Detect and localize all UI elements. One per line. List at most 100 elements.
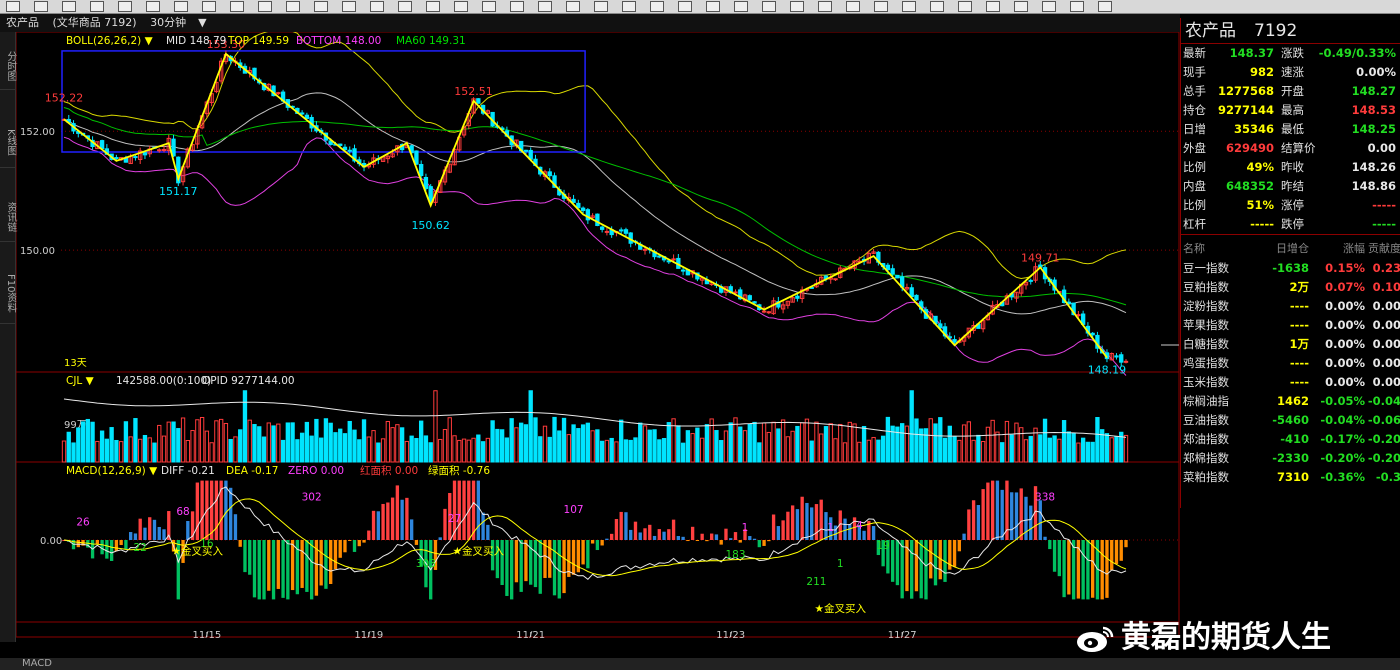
toolbar-button[interactable] bbox=[230, 1, 244, 12]
index-row[interactable]: 豆一指数 -1638 0.15% 0.23 bbox=[1181, 259, 1400, 278]
volume-bar bbox=[657, 439, 662, 463]
index-row[interactable]: 淀粉指数 ---- 0.00% 0.00 bbox=[1181, 297, 1400, 316]
macd-value-label: 27 bbox=[448, 513, 461, 525]
volume-bar bbox=[823, 426, 829, 463]
index-row[interactable]: 鸡蛋指数 ---- 0.00% 0.00 bbox=[1181, 354, 1400, 373]
toolbar-button[interactable] bbox=[6, 1, 20, 12]
toolbar-button[interactable] bbox=[314, 1, 328, 12]
toolbar-button[interactable] bbox=[594, 1, 608, 12]
quote-value: 148.26 bbox=[1351, 160, 1396, 174]
kline-chart[interactable]: 152.22153.30152.51149.71151.17150.62148.… bbox=[16, 32, 1180, 638]
period-selector[interactable]: 30分钟 ▼ bbox=[150, 16, 216, 29]
toolbar-button[interactable] bbox=[538, 1, 552, 12]
volume-bar bbox=[900, 423, 905, 463]
macd-bar bbox=[224, 480, 228, 540]
volume-bar bbox=[642, 425, 648, 463]
index-row[interactable]: 苹果指数 ---- 0.00% 0.00 bbox=[1181, 316, 1400, 335]
toolbar-button[interactable] bbox=[1042, 1, 1056, 12]
quote-row: 内盘 648352 昨结 148.86 bbox=[1181, 177, 1400, 196]
macd-bar bbox=[343, 540, 347, 553]
macd-bar bbox=[481, 512, 485, 540]
macd-bar bbox=[119, 540, 123, 546]
toolbar-button[interactable] bbox=[790, 1, 804, 12]
volume-bar bbox=[557, 430, 562, 463]
toolbar-button[interactable] bbox=[34, 1, 48, 12]
index-row[interactable]: 豆油指数 -5460 -0.04% -0.06 bbox=[1181, 411, 1400, 430]
toolbar-button[interactable] bbox=[762, 1, 776, 12]
toolbar-button[interactable] bbox=[986, 1, 1000, 12]
toolbar-button[interactable] bbox=[678, 1, 692, 12]
toolbar-button[interactable] bbox=[622, 1, 636, 12]
volume-bar bbox=[623, 439, 629, 463]
toolbar-button[interactable] bbox=[118, 1, 132, 12]
macd-bar bbox=[462, 480, 466, 540]
toolbar-button[interactable] bbox=[146, 1, 160, 12]
toolbar-button[interactable] bbox=[818, 1, 832, 12]
toolbar-button[interactable] bbox=[1098, 1, 1112, 12]
macd-value-label: 4 bbox=[856, 520, 863, 532]
toolbar-button[interactable] bbox=[846, 1, 860, 12]
toolbar-button[interactable] bbox=[874, 1, 888, 12]
toolbar-button[interactable] bbox=[426, 1, 440, 12]
volume-bar bbox=[228, 438, 233, 463]
index-row[interactable]: 豆粕指数 2万 0.07% 0.10 bbox=[1181, 278, 1400, 297]
volume-bar bbox=[728, 422, 733, 463]
toolbar-button[interactable] bbox=[62, 1, 76, 12]
toolbar-button[interactable] bbox=[370, 1, 384, 12]
macd-bar bbox=[690, 526, 695, 540]
macd-bar bbox=[590, 540, 595, 544]
toolbar-button[interactable] bbox=[734, 1, 748, 12]
index-row[interactable]: 菜粕指数 7310 -0.36% -0.3 bbox=[1181, 468, 1400, 487]
tab-news[interactable]: 资讯链 bbox=[0, 192, 16, 242]
index-row[interactable]: 郑油指数 -410 -0.17% -0.20 bbox=[1181, 430, 1400, 449]
toolbar-button[interactable] bbox=[202, 1, 216, 12]
macd-bar bbox=[476, 480, 480, 540]
toolbar-button[interactable] bbox=[706, 1, 720, 12]
toolbar-button[interactable] bbox=[258, 1, 272, 12]
index-row[interactable]: 棕榈油指 1462 -0.05% -0.04 bbox=[1181, 392, 1400, 411]
peak-label: 151.17 bbox=[159, 185, 198, 198]
tab-macd[interactable]: MACD bbox=[22, 658, 52, 669]
macd-bar bbox=[767, 540, 771, 542]
quote-value: 49% bbox=[1246, 160, 1274, 174]
quote-row: 日增 35346 最低 148.25 bbox=[1181, 120, 1400, 139]
tab-kline[interactable]: K线图 bbox=[0, 118, 16, 168]
toolbar-button[interactable] bbox=[90, 1, 104, 12]
quote-label: 持仓 bbox=[1183, 103, 1206, 117]
toolbar-button[interactable] bbox=[566, 1, 580, 12]
index-contribution: 0.00 bbox=[1372, 337, 1400, 351]
index-row[interactable]: 郑棉指数 -2330 -0.20% -0.20 bbox=[1181, 449, 1400, 468]
toolbar-button[interactable] bbox=[398, 1, 412, 12]
index-row[interactable]: 白糖指数 1万 0.00% 0.00 bbox=[1181, 335, 1400, 354]
toolbar-button[interactable] bbox=[174, 1, 188, 12]
candle-body bbox=[161, 149, 167, 152]
volume-bar bbox=[638, 422, 643, 463]
tab-f10[interactable]: F10资料 bbox=[0, 264, 16, 324]
toolbar-button[interactable] bbox=[930, 1, 944, 12]
toolbar-button[interactable] bbox=[902, 1, 916, 12]
candle-body bbox=[795, 295, 800, 299]
toolbar-button[interactable] bbox=[1014, 1, 1028, 12]
macd-bar bbox=[805, 502, 809, 540]
macd-bar bbox=[129, 532, 133, 540]
quote-value: 648352 bbox=[1225, 179, 1274, 193]
toolbar-button[interactable] bbox=[510, 1, 524, 12]
index-change-pct: -0.17% bbox=[1320, 432, 1365, 446]
vol-legend-opid: OPID 9277144.00 bbox=[202, 375, 295, 387]
tab-timeshare[interactable]: 分时图 bbox=[0, 42, 16, 90]
toolbar-button[interactable] bbox=[342, 1, 356, 12]
quote-label: 外盘 bbox=[1183, 141, 1206, 155]
toolbar-button[interactable] bbox=[958, 1, 972, 12]
volume-bar bbox=[223, 422, 229, 463]
toolbar-button[interactable] bbox=[650, 1, 664, 12]
macd-bar bbox=[1014, 492, 1019, 540]
index-row[interactable]: 玉米指数 ---- 0.00% 0.00 bbox=[1181, 373, 1400, 392]
toolbar-button[interactable] bbox=[454, 1, 468, 12]
macd-bar bbox=[681, 536, 685, 540]
toolbar-button[interactable] bbox=[482, 1, 496, 12]
volume-bar bbox=[352, 429, 357, 463]
toolbar-button[interactable] bbox=[286, 1, 300, 12]
macd-bar bbox=[962, 533, 966, 540]
toolbar-button[interactable] bbox=[1070, 1, 1084, 12]
vol-legend-value: 142588.00(0:100) bbox=[116, 375, 211, 387]
